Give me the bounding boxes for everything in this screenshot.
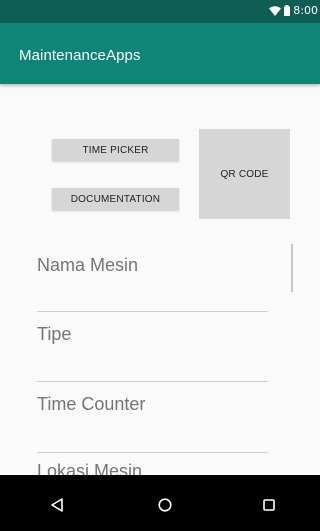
tipe-hint: Tipe xyxy=(37,324,72,344)
status-icons: 8:00 xyxy=(269,4,318,17)
status-time: 8:00 xyxy=(293,4,318,17)
home-icon[interactable] xyxy=(155,495,175,515)
documentation-button[interactable]: DOCUMENTATION xyxy=(52,188,179,210)
tipe-underline xyxy=(37,381,268,382)
lokasi-mesin-hint: Lokasi Mesin xyxy=(37,461,143,475)
app-title: MaintenanceApps xyxy=(19,47,141,64)
navigation-bar xyxy=(0,475,320,531)
qr-code-button[interactable]: QR CODE xyxy=(199,129,290,219)
scrollbar[interactable] xyxy=(291,244,293,292)
nama-mesin-hint: Nama Mesin xyxy=(37,255,139,275)
main-content[interactable]: TIME PICKER DOCUMENTATION QR CODE Nama M… xyxy=(0,84,320,475)
status-bar: 8:00 xyxy=(0,0,320,23)
app-bar: MaintenanceApps xyxy=(0,23,320,84)
time-counter-hint: Time Counter xyxy=(37,394,146,414)
time-picker-button[interactable]: TIME PICKER xyxy=(52,139,179,161)
back-icon[interactable] xyxy=(47,495,67,515)
time-counter-underline xyxy=(37,452,268,453)
nama-mesin-underline xyxy=(37,311,268,312)
wifi-icon xyxy=(269,5,282,16)
recents-icon[interactable] xyxy=(259,495,279,515)
battery-icon xyxy=(284,5,291,16)
